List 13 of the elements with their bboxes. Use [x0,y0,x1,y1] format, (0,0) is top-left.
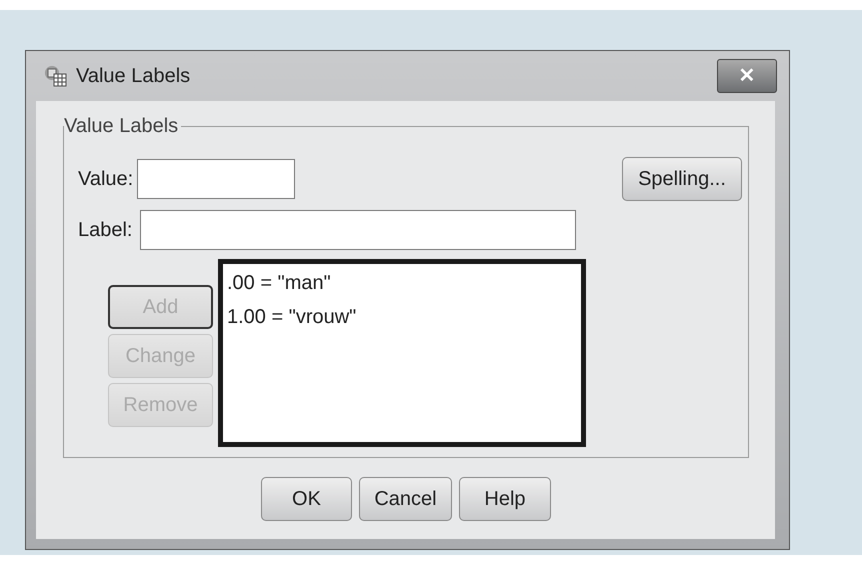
spelling-button[interactable]: Spelling... [622,157,742,201]
list-item[interactable]: .00 = "man" [227,266,577,300]
field-label: Label: [78,218,132,243]
dialog-button[interactable]: OK [261,477,352,521]
list-item[interactable]: 1.00 = "vrouw" [227,300,577,334]
value-label-list[interactable]: .00 = "man" 1.00 = "vrouw" [218,259,586,447]
dialog-button[interactable]: Cancel [359,477,452,521]
field-label: Value: [78,167,134,192]
dialog-button[interactable]: Help [459,477,551,521]
table-icon [44,64,68,88]
label-field[interactable] [140,210,576,250]
window-title: Value Labels [76,64,190,89]
value-field[interactable] [137,159,296,199]
